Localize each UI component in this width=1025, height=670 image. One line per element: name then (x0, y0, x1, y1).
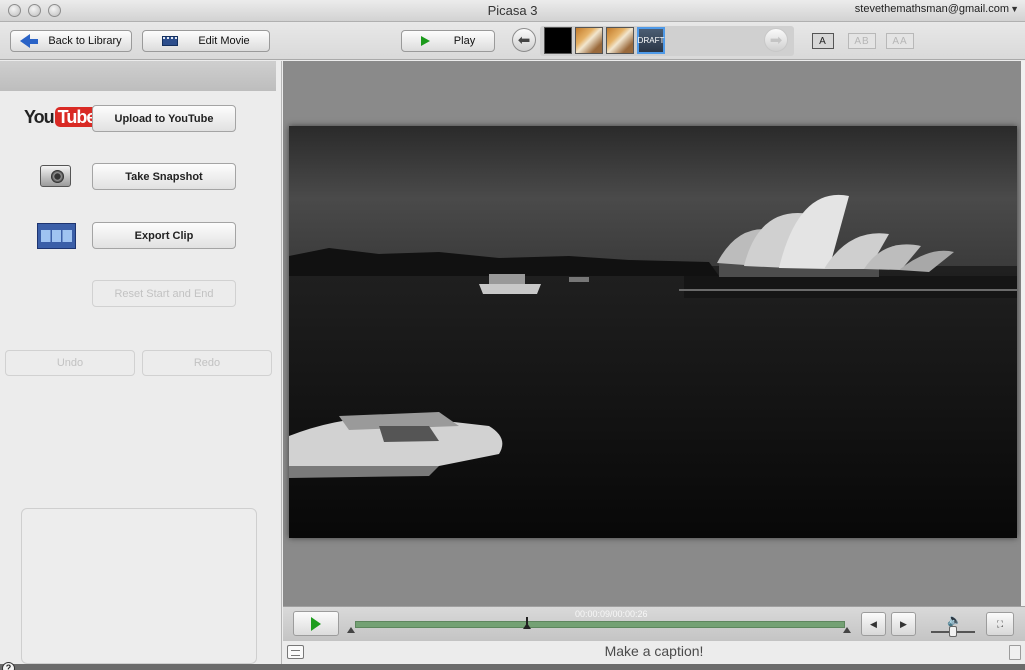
playback-controls: 00:00:09/00:00:26 ◀ ▶ 🔈 ⛶ (283, 606, 1025, 640)
trash-icon[interactable] (1009, 645, 1021, 660)
left-arrow-stem (30, 38, 39, 44)
caption-bar[interactable]: Make a caption! (283, 640, 1025, 664)
redo-button[interactable]: Redo (142, 350, 272, 376)
main-scrollbar[interactable] (1021, 61, 1025, 606)
edit-movie-button[interactable]: Edit Movie (142, 30, 270, 52)
timecode: 00:00:09/00:00:26 (575, 609, 648, 619)
account-menu[interactable]: stevethemathsman@gmail.com (855, 3, 1009, 15)
text-style-a-button[interactable]: A (812, 33, 834, 49)
help-icon[interactable]: ? (2, 662, 15, 670)
timeline-track[interactable] (355, 621, 845, 628)
fullscreen-button[interactable]: ⛶ (986, 612, 1014, 636)
prev-arrow-icon[interactable]: ⬅ (512, 28, 536, 52)
left-panel: You Tube Upload to YouTube Take Snapshot … (0, 61, 282, 664)
picasa-window: Picasa 3 stevethemathsman@gmail.com ▼ Ba… (0, 0, 1025, 670)
reset-start-end-label: Reset Start and End (114, 287, 214, 300)
redo-label: Redo (193, 357, 221, 369)
clip-thumbnail-1[interactable] (544, 27, 572, 54)
properties-panel (21, 508, 257, 664)
clip-thumbnail-draft[interactable]: DRAFT (637, 27, 665, 54)
text-style-ab-label: AB (854, 35, 870, 47)
upload-to-youtube-label: Upload to YouTube (114, 112, 214, 125)
undo-button[interactable]: Undo (5, 350, 135, 376)
edit-movie-label: Edit Movie (198, 35, 250, 47)
play-icon (420, 36, 430, 46)
text-style-a-label: A (819, 35, 827, 47)
end-marker[interactable] (843, 627, 851, 633)
text-style-ab-button[interactable]: AB (848, 33, 876, 49)
clip-thumbnail-2[interactable] (575, 27, 603, 54)
film-icon (162, 36, 179, 46)
video-frame[interactable] (289, 126, 1017, 538)
title-bar: Picasa 3 stevethemathsman@gmail.com ▼ (0, 0, 1025, 22)
back-to-library-label: Back to Library (48, 35, 122, 47)
left-panel-header (0, 61, 276, 91)
next-arrow-icon[interactable]: ➡ (764, 28, 788, 52)
chevron-down-icon[interactable]: ▼ (1010, 4, 1019, 14)
video-stage (283, 61, 1025, 606)
export-clip-button[interactable]: Export Clip (92, 222, 236, 249)
caption-input[interactable]: Make a caption! (283, 643, 1025, 659)
fullscreen-icon: ⛶ (996, 618, 1004, 629)
draft-label: DRAFT (637, 36, 665, 45)
play-label: Play (453, 35, 476, 47)
speaker-icon: 🔈 (947, 613, 962, 627)
play-button[interactable]: Play (401, 30, 495, 52)
take-snapshot-button[interactable]: Take Snapshot (92, 163, 236, 190)
youtube-logo: You Tube (24, 107, 99, 128)
text-style-aa-label: AA (892, 35, 908, 47)
left-arrow-icon (20, 34, 31, 48)
video-frame-image (289, 126, 1017, 538)
reset-start-end-button[interactable]: Reset Start and End (92, 280, 236, 307)
play-icon (311, 616, 321, 631)
back-to-library-button[interactable]: Back to Library (10, 30, 132, 52)
start-marker[interactable] (347, 627, 355, 633)
text-style-aa-button[interactable]: AA (886, 33, 914, 49)
camera-icon (40, 165, 71, 187)
export-clip-label: Export Clip (134, 229, 194, 242)
film-strip-icon (37, 223, 76, 249)
take-snapshot-label: Take Snapshot (125, 170, 203, 183)
play-pause-button[interactable] (293, 611, 339, 636)
set-start-button[interactable]: ◀ (861, 612, 886, 636)
undo-label: Undo (56, 357, 84, 369)
set-end-button[interactable]: ▶ (891, 612, 916, 636)
volume-knob[interactable] (949, 626, 957, 637)
clip-thumbnail-3[interactable] (606, 27, 634, 54)
playhead-handle[interactable] (522, 623, 531, 629)
toolbar: Back to Library Edit Movie Play ⬅ DRAFT … (0, 22, 1025, 60)
upload-to-youtube-button[interactable]: Upload to YouTube (92, 105, 236, 132)
status-bar (0, 664, 1025, 670)
